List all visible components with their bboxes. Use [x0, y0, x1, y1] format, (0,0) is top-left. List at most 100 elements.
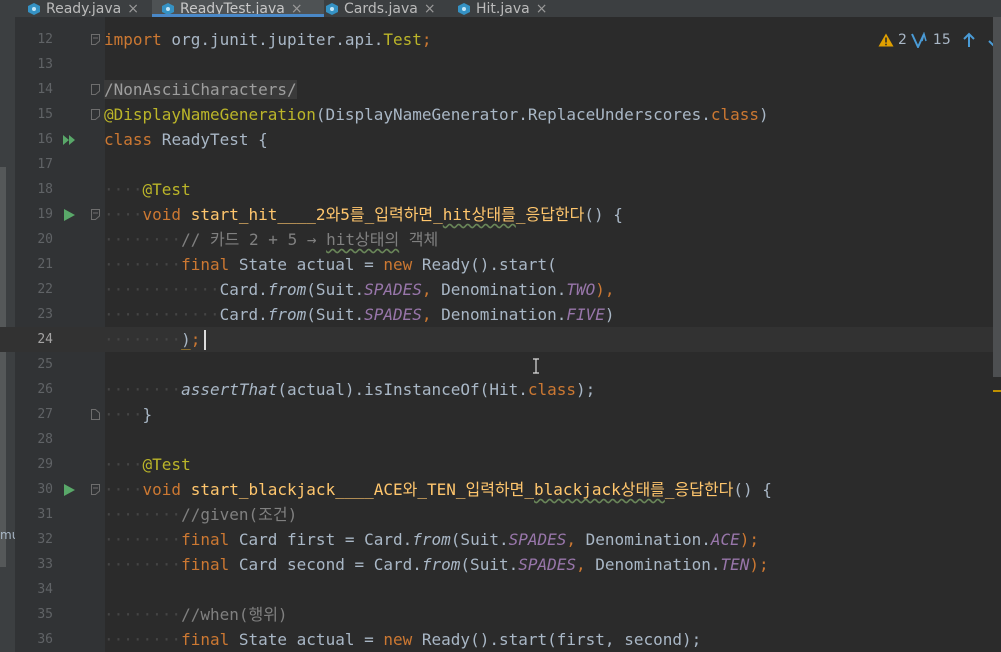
code-text[interactable]: ····void start_blackjack____ACE와_TEN_입력하… [104, 477, 772, 502]
line-number: 13 [37, 57, 53, 72]
tab-readytest-java[interactable]: ReadyTest.java × [152, 0, 324, 17]
code-line-current: 24 ········); [0, 327, 1001, 352]
code-text[interactable]: ········//when(행위) [104, 602, 288, 627]
tab-label: ReadyTest.java [180, 0, 285, 17]
line-number: 20 [37, 232, 53, 247]
run-test-icon[interactable] [62, 208, 76, 222]
code-line: 13 [0, 52, 1001, 77]
line-number: 19 [37, 207, 53, 222]
line-number: 26 [37, 382, 53, 397]
line-number: 15 [37, 107, 53, 122]
code-line: 29 ····@Test [0, 452, 1001, 477]
code-text[interactable]: ········); [104, 327, 200, 352]
code-line: 18 ····@Test [0, 177, 1001, 202]
fold-toggle-icon[interactable] [91, 409, 100, 420]
inspection-widget[interactable]: 2 15 [878, 30, 951, 50]
code-line: 26 ········assertThat(actual).isInstance… [0, 377, 1001, 402]
line-number: 14 [37, 82, 53, 97]
close-icon[interactable]: × [536, 1, 548, 17]
weak-warning-count: 15 [932, 32, 951, 48]
fold-toggle-icon[interactable] [91, 84, 100, 95]
tab-label: Cards.java [344, 0, 418, 17]
fold-toggle-icon[interactable] [91, 34, 100, 45]
warning-count: 2 [898, 32, 907, 48]
code-text[interactable]: ········final Card second = Card.from(Su… [104, 552, 769, 577]
close-icon[interactable]: × [424, 1, 436, 17]
line-number: 24 [37, 332, 53, 347]
code-text[interactable]: import org.junit.jupiter.api.Test; [104, 27, 432, 52]
tab-ready-java[interactable]: Ready.java × [28, 0, 152, 17]
code-line: 27 ····} [0, 402, 1001, 427]
code-text[interactable]: ············Card.from(Suit.SPADES, Denom… [104, 302, 615, 327]
line-number: 34 [37, 582, 53, 597]
code-line: 20 ········// 카드 2 + 5 → hit상태의 객체 [0, 227, 1001, 252]
fold-toggle-icon[interactable] [91, 109, 100, 120]
weak-warning-icon [911, 32, 927, 48]
code-text[interactable]: ····void start_hit____2와5를_입력하면_hit상태를_응… [104, 202, 623, 227]
fold-toggle-icon[interactable] [91, 484, 100, 495]
line-number: 12 [37, 32, 53, 47]
line-number: 27 [37, 407, 53, 422]
code-line: 23 ············Card.from(Suit.SPADES, De… [0, 302, 1001, 327]
line-number: 18 [37, 182, 53, 197]
warning-triangle-icon [878, 33, 894, 47]
code-line: 25 [0, 352, 1001, 377]
line-number: 23 [37, 307, 53, 322]
code-line: 33 ········final Card second = Card.from… [0, 552, 1001, 577]
code-text[interactable]: ········final Card first = Card.from(Sui… [104, 527, 759, 552]
line-number: 35 [37, 607, 53, 622]
java-class-icon [326, 2, 338, 15]
code-text[interactable]: ········//given(조건) [104, 502, 297, 527]
code-text[interactable]: ········assertThat(actual).isInstanceOf(… [104, 377, 595, 402]
editor-tab-bar: Ready.java × ReadyTest.java × Cards.java… [0, 0, 1001, 17]
code-line: 36 ········final State actual = new Read… [0, 627, 1001, 652]
line-number: 28 [37, 432, 53, 447]
code-line: 14 /NonAsciiCharacters/ [0, 77, 1001, 102]
code-line: 34 [0, 577, 1001, 602]
warning-stripe-marker[interactable] [993, 390, 1001, 392]
code-line: 28 [0, 427, 1001, 452]
code-line: 17 [0, 152, 1001, 177]
tab-label: Ready.java [46, 0, 122, 17]
arrow-up-icon[interactable] [962, 32, 976, 48]
fold-toggle-icon[interactable] [91, 209, 100, 220]
code-line: 30 ····void start_blackjack____ACE와_TEN_… [0, 477, 1001, 502]
mouse-ibeam-cursor-icon [533, 358, 539, 374]
text-caret [204, 330, 206, 350]
tab-hit-java[interactable]: Hit.java × [458, 0, 568, 17]
line-number: 22 [37, 282, 53, 297]
vertical-scrollbar[interactable] [993, 17, 1001, 377]
code-text[interactable]: ····} [104, 402, 152, 427]
tab-label: Hit.java [476, 0, 530, 17]
code-text[interactable]: ············Card.from(Suit.SPADES, Denom… [104, 277, 615, 302]
code-line: 21 ········final State actual = new Read… [0, 252, 1001, 277]
tab-cards-java[interactable]: Cards.java × [326, 0, 444, 17]
code-text[interactable]: ····@Test [104, 177, 191, 202]
code-text[interactable]: ····@Test [104, 452, 191, 477]
line-number: 29 [37, 457, 53, 472]
line-number: 33 [37, 557, 53, 572]
code-line: 19 ····void start_hit____2와5를_입력하면_hit상태… [0, 202, 1001, 227]
line-number: 32 [37, 532, 53, 547]
close-icon[interactable]: × [127, 1, 139, 17]
line-number: 25 [37, 357, 53, 372]
code-line: 32 ········final Card first = Card.from(… [0, 527, 1001, 552]
code-text[interactable]: @DisplayNameGeneration(DisplayNameGenera… [104, 102, 769, 127]
line-number: 16 [37, 132, 53, 147]
code-text[interactable]: ········// 카드 2 + 5 → hit상태의 객체 [104, 227, 438, 252]
code-line: 12 import org.junit.jupiter.api.Test; [0, 27, 1001, 52]
code-line: 35 ········//when(행위) [0, 602, 1001, 627]
java-class-icon [458, 2, 470, 15]
code-line: 16 class ReadyTest { [0, 127, 1001, 152]
run-all-tests-icon[interactable] [62, 133, 76, 147]
code-text[interactable]: class ReadyTest { [104, 127, 268, 152]
close-icon[interactable]: × [291, 1, 303, 17]
line-number: 17 [37, 157, 53, 172]
line-number: 36 [37, 632, 53, 647]
line-number: 21 [37, 257, 53, 272]
code-text[interactable]: /NonAsciiCharacters/ [104, 77, 297, 102]
code-text[interactable]: ········final State actual = new Ready()… [104, 252, 557, 277]
code-line: 15 @DisplayNameGeneration(DisplayNameGen… [0, 102, 1001, 127]
run-test-icon[interactable] [62, 483, 76, 497]
code-text[interactable]: ········final State actual = new Ready()… [104, 627, 701, 652]
